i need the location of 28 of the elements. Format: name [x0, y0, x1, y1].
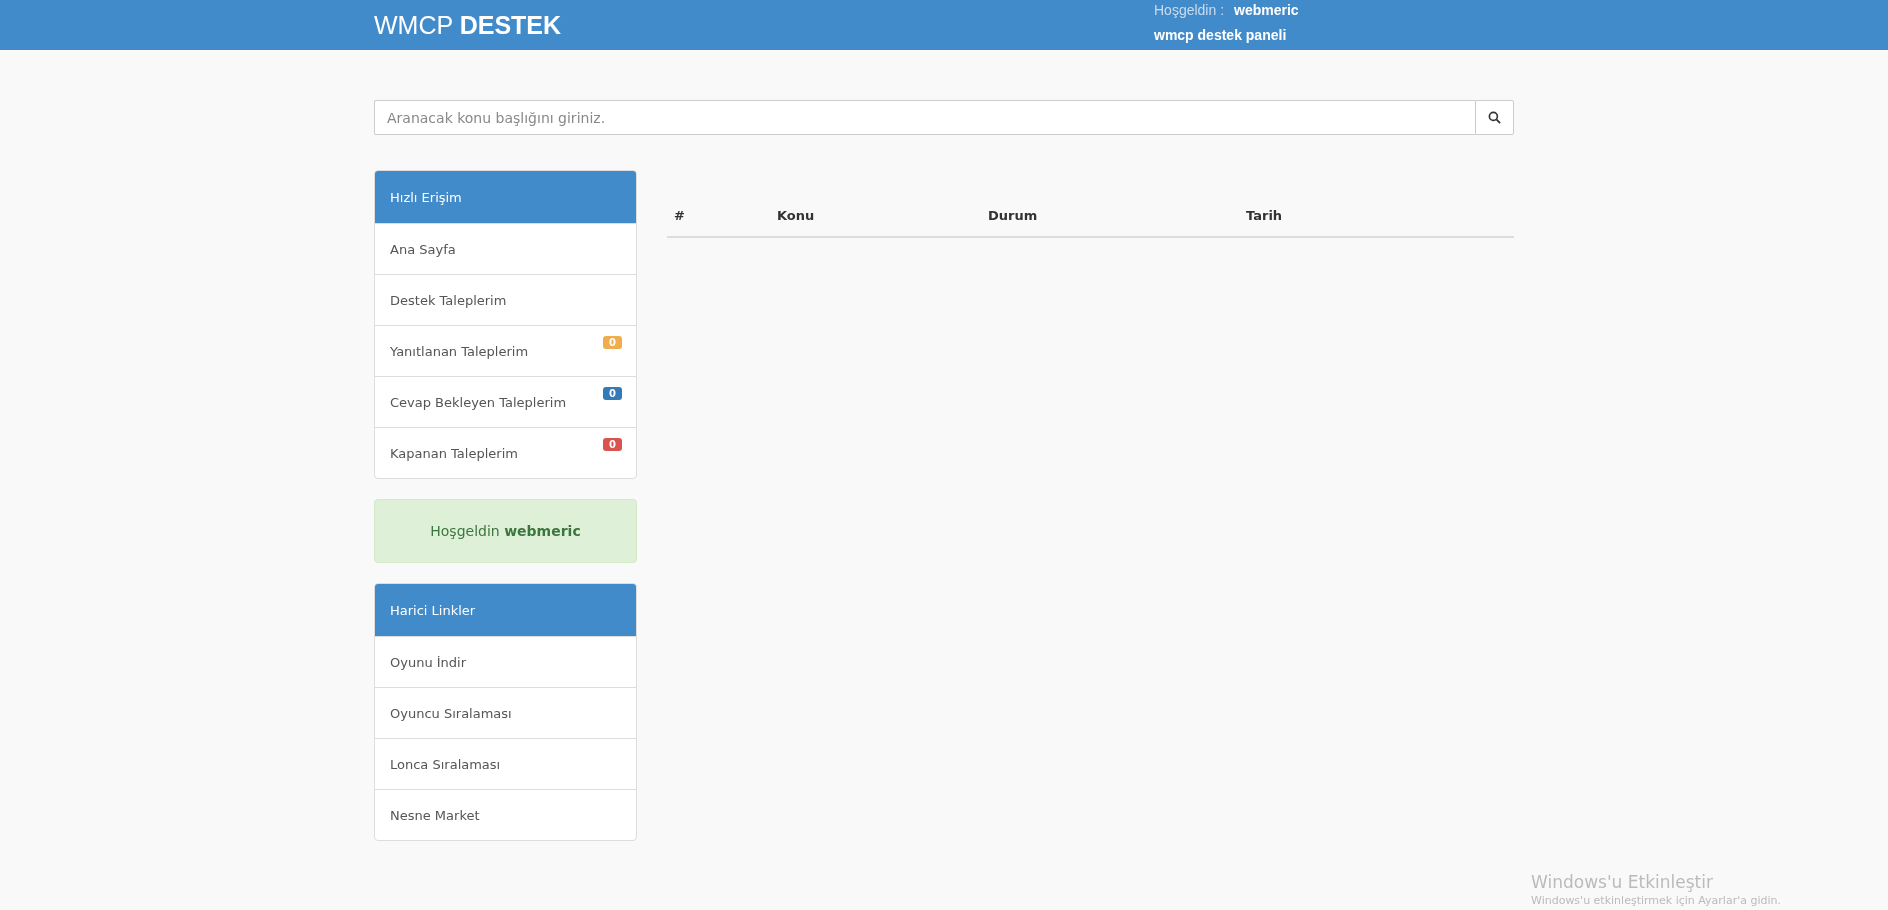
count-badge: 0 — [603, 387, 622, 400]
menu-item[interactable]: Kapanan Taleplerim 0 — [375, 427, 636, 478]
search-button[interactable] — [1475, 100, 1514, 135]
activation-title: Windows'u Etkinleştir — [1531, 872, 1714, 892]
column-header: Durum — [988, 208, 1038, 223]
search-field[interactable]: Aranacak konu başlığını giriniz. — [374, 100, 1475, 135]
link-item[interactable]: Oyunu İndir — [375, 636, 636, 687]
count-badge: 0 — [603, 336, 622, 349]
greeting-label: Hoşgeldin : — [1154, 2, 1225, 18]
menu-item[interactable]: Destek Taleplerim — [375, 274, 636, 325]
username: webmeric — [1234, 2, 1299, 18]
activation-text: Windows'u etkinleştirmek için Ayarlar'a gidin. — [1531, 894, 1781, 907]
site-logo[interactable]: WMCP DESTEK — [374, 10, 562, 40]
column-header: Konu — [777, 208, 815, 223]
menu-item[interactable]: Ana Sayfa — [375, 223, 636, 274]
link-item[interactable]: Lonca Sıralaması — [375, 738, 636, 789]
link-item[interactable]: Nesne Market — [375, 789, 636, 840]
menu-item[interactable]: Yanıtlanan Taleplerim 0 — [375, 325, 636, 376]
welcome-alert: Hoşgeldin webmeric — [374, 499, 637, 563]
panel-heading: Harici Linkler — [375, 584, 636, 636]
panel-subtitle: wmcp destek paneli — [1154, 27, 1288, 43]
search-icon — [1488, 111, 1501, 124]
panel-heading: Hızlı Erişim — [375, 171, 636, 223]
column-header: # — [674, 208, 685, 223]
link-item[interactable]: Oyuncu Sıralaması — [375, 687, 636, 738]
count-badge: 0 — [603, 438, 622, 451]
menu-item[interactable]: Cevap Bekleyen Taleplerim 0 — [375, 376, 636, 427]
column-header: Tarih — [1246, 208, 1283, 223]
